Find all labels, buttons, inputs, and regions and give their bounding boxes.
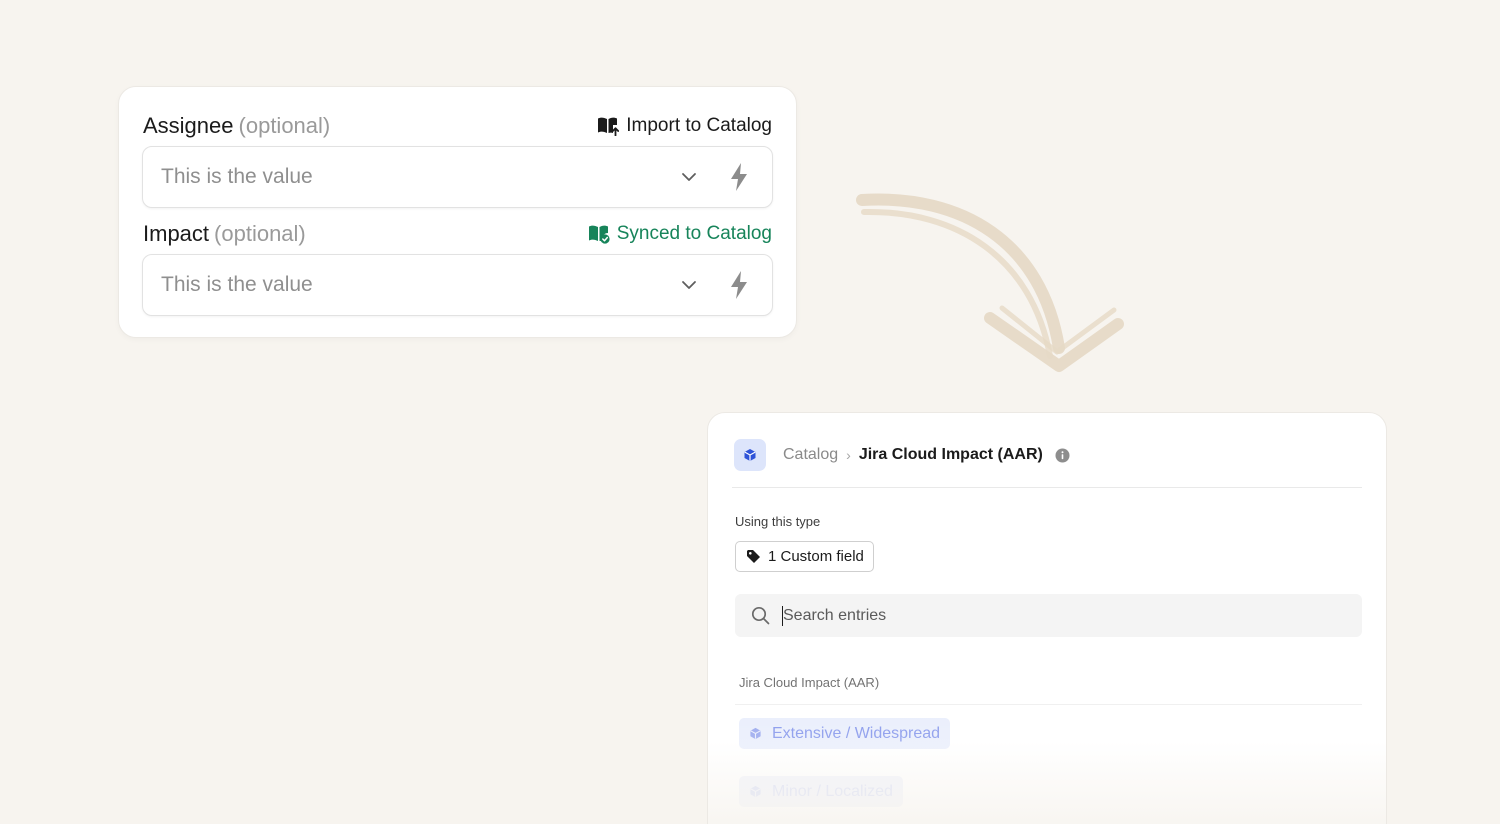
search-input[interactable]	[782, 605, 1362, 626]
impact-value: This is the value	[161, 273, 313, 296]
book-check-icon	[588, 225, 610, 244]
catalog-type-badge	[734, 439, 766, 471]
catalog-entry-label: Extensive / Widespread	[772, 724, 941, 742]
impact-label-group: Impact (optional)	[143, 221, 306, 247]
breadcrumb: Catalog › Jira Cloud Impact (AAR)	[783, 443, 1070, 467]
using-type-label: Using this type	[735, 514, 821, 529]
cube-icon	[744, 449, 756, 461]
info-icon[interactable]	[1055, 448, 1070, 463]
custom-field-label: 1 Custom field	[768, 548, 864, 565]
chevron-down-icon[interactable]	[680, 276, 698, 294]
entries-section-label: Jira Cloud Impact (AAR)	[739, 675, 880, 690]
assignee-label: Assignee	[143, 113, 234, 138]
impact-optional-label: (optional)	[214, 221, 306, 246]
entries-divider	[735, 704, 1362, 705]
assignee-field-header: Assignee (optional) Import to Catalog	[143, 111, 772, 141]
cube-icon	[750, 785, 761, 798]
book-import-icon	[598, 117, 620, 136]
impact-label: Impact	[143, 221, 210, 246]
import-to-catalog-button[interactable]: Import to Catalog	[597, 115, 772, 137]
tag-icon	[747, 550, 760, 563]
impact-select[interactable]: This is the value	[142, 254, 773, 316]
catalog-entry-label: Minor / Localized	[772, 782, 893, 800]
search-bar[interactable]	[735, 594, 1362, 637]
catalog-panel: Catalog › Jira Cloud Impact (AAR) Using …	[707, 412, 1387, 824]
lightning-bolt-icon[interactable]	[728, 270, 750, 300]
chevron-down-icon[interactable]	[680, 168, 698, 186]
page-title: Jira Cloud Impact (AAR)	[858, 446, 1043, 463]
breadcrumb-catalog-link[interactable]: Catalog	[783, 446, 838, 464]
assignee-select[interactable]: This is the value	[142, 146, 773, 208]
hand-drawn-arrow-icon	[856, 193, 1124, 372]
synced-to-catalog-link[interactable]: Synced to Catalog	[588, 223, 772, 245]
lightning-bolt-icon[interactable]	[728, 162, 750, 192]
custom-field-button[interactable]: 1 Custom field	[735, 541, 874, 572]
breadcrumb-separator: ›	[846, 447, 851, 463]
assignee-value: This is the value	[161, 165, 313, 188]
catalog-entry[interactable]: Extensive / Widespread	[739, 718, 951, 749]
header-divider	[732, 487, 1362, 488]
catalog-entry[interactable]: Minor / Localized	[739, 776, 903, 807]
field-form-card: Assignee (optional) Import to Catalog Thi…	[118, 86, 797, 338]
search-icon	[751, 606, 770, 625]
synced-to-catalog-label: Synced to Catalog	[616, 223, 772, 244]
impact-field-header: Impact (optional) Synced to Catalog	[143, 219, 772, 249]
import-to-catalog-label: Import to Catalog	[626, 115, 772, 136]
assignee-label-group: Assignee (optional)	[143, 113, 330, 139]
cube-icon	[750, 727, 761, 740]
assignee-optional-label: (optional)	[238, 113, 331, 138]
